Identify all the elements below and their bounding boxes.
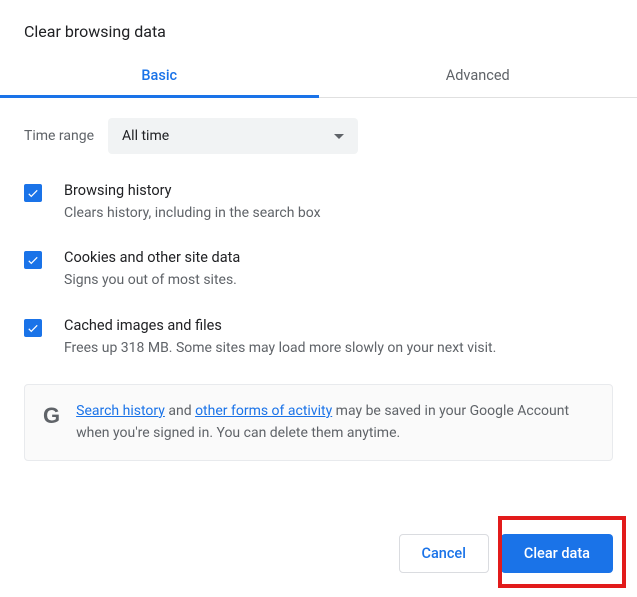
- option-desc: Signs you out of most sites.: [64, 270, 613, 290]
- checkbox-cookies[interactable]: [24, 251, 42, 269]
- option-title: Browsing history: [64, 182, 613, 199]
- other-activity-link[interactable]: other forms of activity: [195, 403, 332, 419]
- tab-advanced[interactable]: Advanced: [319, 55, 637, 97]
- tab-basic[interactable]: Basic: [0, 55, 319, 97]
- clear-data-button[interactable]: Clear data: [501, 534, 613, 573]
- search-history-link[interactable]: Search history: [76, 403, 165, 419]
- option-title: Cookies and other site data: [64, 249, 613, 266]
- option-cookies: Cookies and other site data Signs you ou…: [24, 249, 613, 290]
- option-browsing-history: Browsing history Clears history, includi…: [24, 182, 613, 223]
- google-g-icon: G: [43, 401, 60, 427]
- checkbox-browsing-history[interactable]: [24, 184, 42, 202]
- time-range-row: Time range All time: [24, 118, 613, 154]
- time-range-value: All time: [122, 128, 169, 144]
- time-range-select[interactable]: All time: [108, 118, 358, 154]
- google-account-info: G Search history and other forms of acti…: [24, 384, 613, 461]
- option-cached: Cached images and files Frees up 318 MB.…: [24, 317, 613, 358]
- time-range-label: Time range: [24, 128, 94, 144]
- dialog-footer: Cancel Clear data: [399, 534, 614, 573]
- cancel-button[interactable]: Cancel: [399, 534, 489, 573]
- chevron-down-icon: [334, 134, 344, 139]
- option-desc: Clears history, including in the search …: [64, 203, 613, 223]
- check-icon: [26, 321, 40, 335]
- dialog-title: Clear browsing data: [0, 0, 637, 55]
- check-icon: [26, 186, 40, 200]
- check-icon: [26, 253, 40, 267]
- option-desc: Frees up 318 MB. Some sites may load mor…: [64, 338, 613, 358]
- tab-bar: Basic Advanced: [0, 55, 637, 98]
- info-text: Search history and other forms of activi…: [76, 401, 594, 444]
- clear-browsing-data-dialog: Clear browsing data Basic Advanced Time …: [0, 0, 637, 597]
- checkbox-cached[interactable]: [24, 319, 42, 337]
- option-title: Cached images and files: [64, 317, 613, 334]
